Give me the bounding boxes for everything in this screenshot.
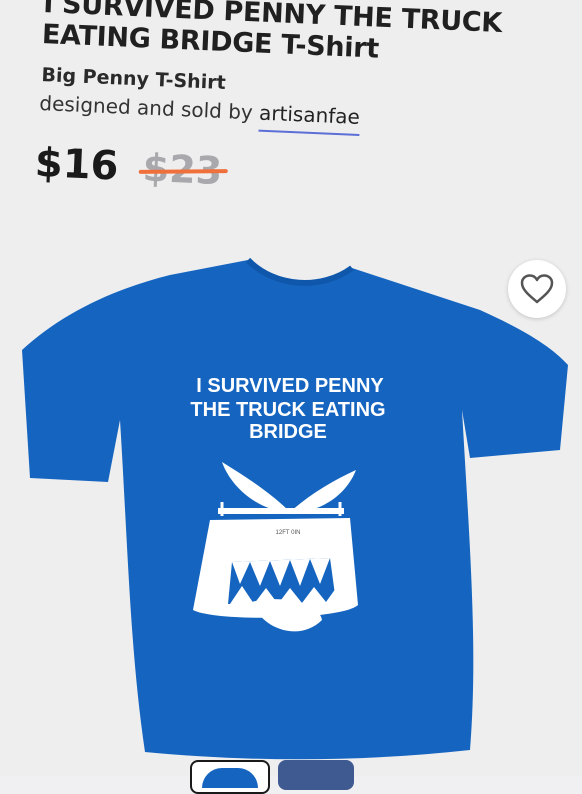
thumbnail-1[interactable] bbox=[190, 760, 270, 794]
product-subtitle: Big Penny T-Shirt bbox=[41, 64, 227, 95]
product-page: I SURVIVED PENNY THE TRUCK EATING BRIDGE… bbox=[0, 0, 582, 794]
byline: designed and sold by artisanfae bbox=[38, 91, 361, 136]
product-image: I SURVIVED PENNY THE TRUCK EATING BRIDGE bbox=[0, 250, 582, 760]
thumbnail-2[interactable] bbox=[278, 760, 354, 790]
bridge-monster: 12FT 0IN bbox=[193, 502, 358, 632]
art-line2: THE TRUCK EATING bbox=[190, 399, 385, 421]
bridge-sign: 12FT 0IN bbox=[276, 530, 301, 536]
heart-icon bbox=[520, 274, 554, 304]
strikethrough-line bbox=[138, 169, 229, 174]
thumbnail-shirt bbox=[202, 768, 258, 788]
favorite-button[interactable] bbox=[508, 260, 566, 318]
thumbnail-strip bbox=[188, 760, 388, 794]
byline-prefix: designed and sold by bbox=[38, 91, 254, 125]
product-title: I SURVIVED PENNY THE TRUCK EATING BRIDGE… bbox=[41, 0, 563, 73]
art-line3: BRIDGE bbox=[249, 421, 327, 443]
art-line1: I SURVIVED PENNY bbox=[196, 375, 384, 397]
seller-link[interactable]: artisanfae bbox=[258, 100, 361, 136]
current-price: $16 bbox=[33, 140, 120, 190]
tshirt-illustration: I SURVIVED PENNY THE TRUCK EATING BRIDGE bbox=[22, 257, 568, 760]
original-price: $23 bbox=[138, 146, 229, 193]
price-row: $16 $23 bbox=[33, 140, 229, 194]
